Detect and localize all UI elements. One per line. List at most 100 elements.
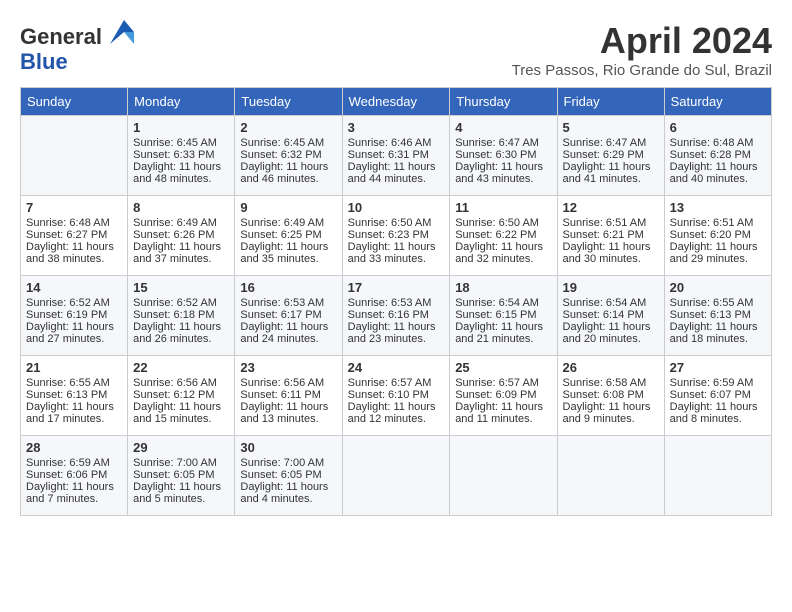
day-info: Sunrise: 6:54 AM xyxy=(563,297,659,309)
day-info: and 13 minutes. xyxy=(240,413,336,425)
day-number: 1 xyxy=(133,120,229,135)
day-info: Sunrise: 6:45 AM xyxy=(133,137,229,149)
day-info: Sunrise: 6:55 AM xyxy=(670,297,766,309)
header-day-friday: Friday xyxy=(557,88,664,116)
logo-blue: Blue xyxy=(20,49,134,75)
calendar-cell xyxy=(557,436,664,516)
day-info: Sunset: 6:16 PM xyxy=(348,309,445,321)
day-info: Sunrise: 6:56 AM xyxy=(133,377,229,389)
calendar-cell: 5Sunrise: 6:47 AMSunset: 6:29 PMDaylight… xyxy=(557,116,664,196)
day-info: and 46 minutes. xyxy=(240,173,336,185)
day-number: 29 xyxy=(133,440,229,455)
day-number: 26 xyxy=(563,360,659,375)
calendar-cell: 25Sunrise: 6:57 AMSunset: 6:09 PMDayligh… xyxy=(450,356,557,436)
header-day-tuesday: Tuesday xyxy=(235,88,342,116)
logo-icon xyxy=(110,20,134,44)
day-info: and 4 minutes. xyxy=(240,493,336,505)
day-info: Sunset: 6:18 PM xyxy=(133,309,229,321)
logo-general: General xyxy=(20,20,134,49)
day-info: Daylight: 11 hours xyxy=(240,321,336,333)
day-number: 17 xyxy=(348,280,445,295)
day-info: Sunrise: 6:55 AM xyxy=(26,377,122,389)
calendar-cell xyxy=(21,116,128,196)
day-number: 7 xyxy=(26,200,122,215)
day-info: Daylight: 11 hours xyxy=(133,161,229,173)
calendar-cell xyxy=(450,436,557,516)
day-number: 15 xyxy=(133,280,229,295)
calendar-cell: 19Sunrise: 6:54 AMSunset: 6:14 PMDayligh… xyxy=(557,276,664,356)
day-info: Daylight: 11 hours xyxy=(563,401,659,413)
day-info: Sunrise: 6:59 AM xyxy=(670,377,766,389)
day-info: Sunrise: 6:56 AM xyxy=(240,377,336,389)
calendar-cell xyxy=(664,436,771,516)
header-day-thursday: Thursday xyxy=(450,88,557,116)
day-number: 24 xyxy=(348,360,445,375)
day-info: and 35 minutes. xyxy=(240,253,336,265)
day-info: Sunset: 6:32 PM xyxy=(240,149,336,161)
day-info: Daylight: 11 hours xyxy=(670,321,766,333)
day-info: Sunset: 6:19 PM xyxy=(26,309,122,321)
day-info: and 9 minutes. xyxy=(563,413,659,425)
calendar-cell: 14Sunrise: 6:52 AMSunset: 6:19 PMDayligh… xyxy=(21,276,128,356)
day-info: and 41 minutes. xyxy=(563,173,659,185)
day-info: Sunrise: 6:58 AM xyxy=(563,377,659,389)
day-info: and 30 minutes. xyxy=(563,253,659,265)
day-info: Sunrise: 6:54 AM xyxy=(455,297,551,309)
day-info: Daylight: 11 hours xyxy=(455,401,551,413)
day-info: Daylight: 11 hours xyxy=(348,401,445,413)
calendar-week-1: 1Sunrise: 6:45 AMSunset: 6:33 PMDaylight… xyxy=(21,116,772,196)
calendar-week-2: 7Sunrise: 6:48 AMSunset: 6:27 PMDaylight… xyxy=(21,196,772,276)
day-info: Daylight: 11 hours xyxy=(26,481,122,493)
calendar-week-3: 14Sunrise: 6:52 AMSunset: 6:19 PMDayligh… xyxy=(21,276,772,356)
calendar-cell: 28Sunrise: 6:59 AMSunset: 6:06 PMDayligh… xyxy=(21,436,128,516)
day-info: Sunset: 6:13 PM xyxy=(26,389,122,401)
page-header: General Blue April 2024 Tres Passos, Rio… xyxy=(20,20,772,79)
day-info: and 38 minutes. xyxy=(26,253,122,265)
day-info: Sunrise: 6:48 AM xyxy=(670,137,766,149)
day-info: and 26 minutes. xyxy=(133,333,229,345)
day-info: Sunset: 6:07 PM xyxy=(670,389,766,401)
day-info: and 11 minutes. xyxy=(455,413,551,425)
day-number: 25 xyxy=(455,360,551,375)
logo: General Blue xyxy=(20,20,134,75)
day-info: Sunrise: 6:47 AM xyxy=(455,137,551,149)
day-info: and 43 minutes. xyxy=(455,173,551,185)
day-info: Daylight: 11 hours xyxy=(348,241,445,253)
day-info: Daylight: 11 hours xyxy=(670,401,766,413)
calendar-table: SundayMondayTuesdayWednesdayThursdayFrid… xyxy=(20,87,772,516)
calendar-cell: 26Sunrise: 6:58 AMSunset: 6:08 PMDayligh… xyxy=(557,356,664,436)
calendar-cell: 20Sunrise: 6:55 AMSunset: 6:13 PMDayligh… xyxy=(664,276,771,356)
day-info: Sunrise: 6:47 AM xyxy=(563,137,659,149)
day-info: Sunrise: 6:45 AM xyxy=(240,137,336,149)
day-info: Sunset: 6:14 PM xyxy=(563,309,659,321)
calendar-cell: 11Sunrise: 6:50 AMSunset: 6:22 PMDayligh… xyxy=(450,196,557,276)
day-info: Daylight: 11 hours xyxy=(563,241,659,253)
day-info: and 15 minutes. xyxy=(133,413,229,425)
day-number: 12 xyxy=(563,200,659,215)
day-info: and 8 minutes. xyxy=(670,413,766,425)
day-info: and 24 minutes. xyxy=(240,333,336,345)
day-info: Sunset: 6:28 PM xyxy=(670,149,766,161)
title-block: April 2024 Tres Passos, Rio Grande do Su… xyxy=(512,20,772,79)
day-info: Sunrise: 6:57 AM xyxy=(348,377,445,389)
day-number: 14 xyxy=(26,280,122,295)
day-info: Daylight: 11 hours xyxy=(348,161,445,173)
day-info: and 40 minutes. xyxy=(670,173,766,185)
day-info: Sunset: 6:25 PM xyxy=(240,229,336,241)
header-day-monday: Monday xyxy=(128,88,235,116)
day-info: Sunrise: 6:51 AM xyxy=(563,217,659,229)
calendar-cell: 9Sunrise: 6:49 AMSunset: 6:25 PMDaylight… xyxy=(235,196,342,276)
calendar-cell: 6Sunrise: 6:48 AMSunset: 6:28 PMDaylight… xyxy=(664,116,771,196)
day-info: Sunset: 6:30 PM xyxy=(455,149,551,161)
day-number: 18 xyxy=(455,280,551,295)
day-info: and 27 minutes. xyxy=(26,333,122,345)
location: Tres Passos, Rio Grande do Sul, Brazil xyxy=(512,62,772,79)
day-info: and 21 minutes. xyxy=(455,333,551,345)
day-number: 16 xyxy=(240,280,336,295)
calendar-cell: 15Sunrise: 6:52 AMSunset: 6:18 PMDayligh… xyxy=(128,276,235,356)
day-number: 3 xyxy=(348,120,445,135)
day-info: Daylight: 11 hours xyxy=(455,241,551,253)
day-number: 30 xyxy=(240,440,336,455)
day-info: Daylight: 11 hours xyxy=(563,321,659,333)
day-info: Sunset: 6:17 PM xyxy=(240,309,336,321)
